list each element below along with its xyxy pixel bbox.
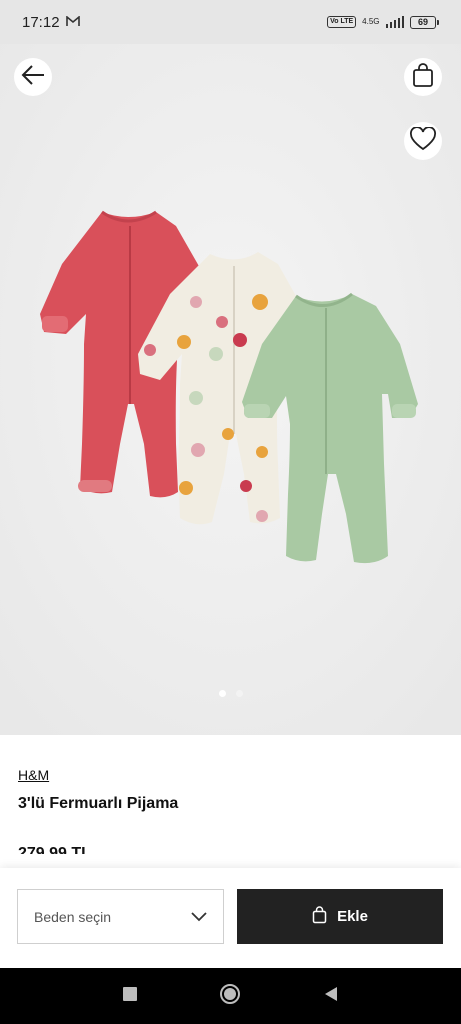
- navigation-bar: [0, 968, 461, 1024]
- volte-badge: Vo LTE: [327, 16, 357, 28]
- add-to-bag-button[interactable]: Ekle: [237, 889, 443, 944]
- triangle-back-icon: [324, 986, 338, 1007]
- three-pajamas-image: [0, 44, 461, 735]
- status-right: Vo LTE 4.5G 69: [327, 15, 439, 29]
- chevron-down-icon: [191, 909, 207, 925]
- back-nav-button[interactable]: [311, 976, 351, 1016]
- heart-icon: [409, 125, 437, 156]
- product-title: 3'lü Fermuarlı Pijama: [18, 795, 179, 812]
- recents-button[interactable]: [110, 976, 150, 1016]
- gmail-icon: [65, 14, 80, 31]
- shopping-bag-icon: [412, 62, 434, 93]
- product-info: H&M 3'lü Fermuarlı Pijama 279,99 TL: [0, 735, 461, 885]
- arrow-left-icon: [20, 64, 46, 91]
- size-select-label: Beden seçin: [34, 908, 112, 925]
- add-button-label: Ekle: [337, 908, 368, 925]
- brand-link[interactable]: H&M: [18, 767, 49, 783]
- action-bar: Beden seçin Ekle: [0, 868, 461, 968]
- size-select[interactable]: Beden seçin: [17, 889, 224, 944]
- shopping-bag-icon: [312, 905, 327, 928]
- product-gallery[interactable]: [0, 44, 461, 735]
- gallery-pager: [0, 690, 461, 697]
- square-icon: [123, 986, 138, 1006]
- signal-icon: [385, 16, 404, 28]
- pager-dot-active[interactable]: [218, 690, 226, 697]
- product-price: 279,99 TL: [18, 845, 91, 854]
- status-left: 17:12: [22, 14, 80, 31]
- circle-icon: [219, 983, 241, 1010]
- pager-dot[interactable]: [235, 690, 243, 697]
- network-type: 4.5G: [362, 17, 380, 26]
- home-button[interactable]: [210, 976, 250, 1016]
- status-bar: 17:12 Vo LTE 4.5G 69: [0, 0, 461, 44]
- back-button[interactable]: [14, 58, 52, 96]
- shopping-bag-button[interactable]: [404, 58, 442, 96]
- battery-level: 69: [410, 15, 436, 29]
- status-time: 17:12: [22, 13, 60, 31]
- favorite-button[interactable]: [404, 122, 442, 160]
- battery-icon: 69: [410, 15, 439, 29]
